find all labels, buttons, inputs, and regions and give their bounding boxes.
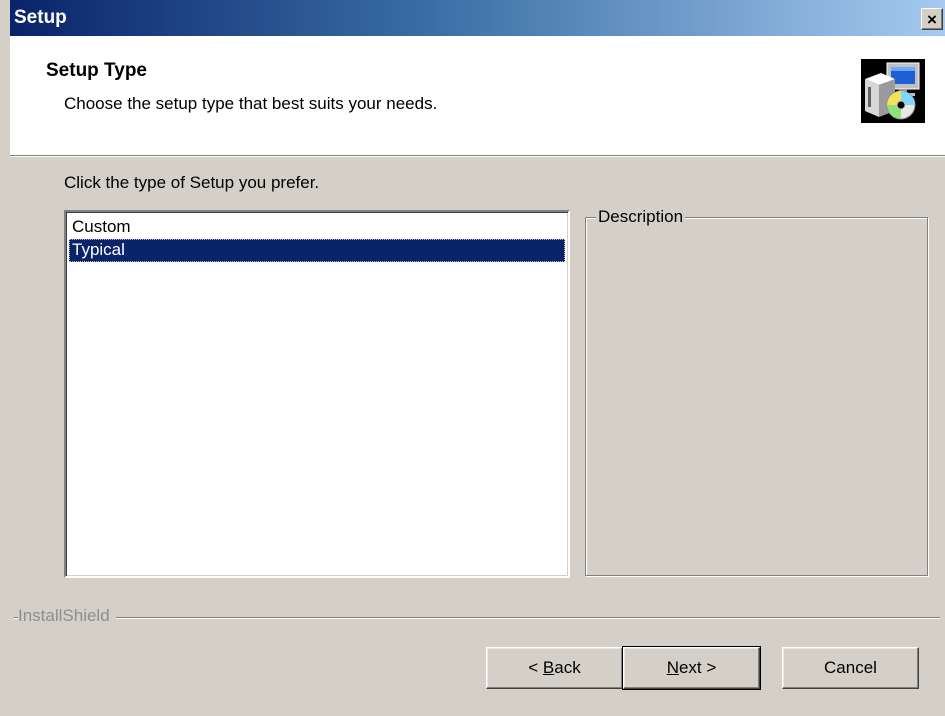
cancel-button[interactable]: Cancel bbox=[782, 647, 919, 689]
setup-type-typical[interactable]: Typical bbox=[69, 239, 565, 262]
back-button[interactable]: < Back bbox=[486, 647, 623, 689]
description-group: Description bbox=[585, 207, 928, 576]
setup-dialog: Setup × Setup Type Choose the setup type… bbox=[0, 0, 945, 716]
next-button[interactable]: Next > bbox=[622, 646, 761, 690]
setup-prompt: Click the type of Setup you prefer. bbox=[64, 173, 320, 192]
installshield-brand: InstallShield bbox=[18, 606, 116, 626]
computer-setup-cd-icon bbox=[861, 59, 925, 123]
setup-type-list[interactable]: Custom Typical bbox=[64, 210, 570, 578]
back-label-rest: ack bbox=[554, 658, 581, 677]
back-mnemonic: B bbox=[542, 658, 555, 677]
setup-type-custom[interactable]: Custom bbox=[69, 216, 565, 239]
cancel-label: Cancel bbox=[824, 658, 877, 677]
page-title: Setup Type bbox=[46, 60, 147, 81]
page-subtitle: Choose the setup type that best suits yo… bbox=[64, 94, 438, 113]
next-label-rest: ext > bbox=[678, 658, 717, 677]
description-label: Description bbox=[596, 207, 686, 227]
window-title: Setup bbox=[14, 7, 67, 28]
close-button[interactable]: × bbox=[921, 8, 943, 30]
footer-divider bbox=[14, 617, 940, 619]
back-label-prefix: < bbox=[528, 658, 543, 677]
title-bar[interactable]: Setup × bbox=[10, 0, 945, 36]
close-icon: × bbox=[927, 9, 937, 29]
next-mnemonic: N bbox=[666, 658, 679, 677]
dialog-header: Setup Type Choose the setup type that be… bbox=[10, 36, 945, 157]
